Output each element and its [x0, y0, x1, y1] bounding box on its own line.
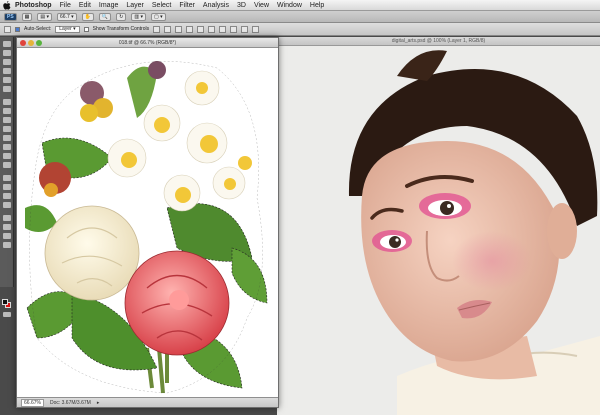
menu-layer[interactable]: Layer [126, 2, 144, 9]
auto-align-layers-button[interactable] [252, 25, 260, 33]
eraser-tool-icon[interactable] [3, 135, 11, 141]
move-tool-preset-icon[interactable] [4, 25, 11, 33]
portrait-photo [277, 46, 600, 415]
app-menu[interactable]: Photoshop [15, 2, 52, 9]
3d-rotate-tool-icon[interactable] [3, 215, 11, 221]
menu-file[interactable]: File [60, 2, 71, 9]
zoom-level-value: 66.7 [60, 13, 70, 20]
auto-select-label: Auto-Select: [24, 26, 52, 32]
menu-window[interactable]: Window [277, 2, 302, 9]
menu-select[interactable]: Select [152, 2, 171, 9]
rotate-view-button[interactable]: ↻ [116, 12, 127, 21]
background-document-window[interactable]: digital_arts.psd @ 100% (Layer 1, RGB/8) [277, 37, 600, 415]
clone-stamp-tool-icon[interactable] [3, 117, 11, 123]
auto-select-checkbox[interactable] [15, 26, 20, 32]
quick-mask-icon[interactable] [3, 312, 11, 317]
zoom-window-icon[interactable] [36, 40, 42, 46]
auto-select-value: Layer [59, 26, 72, 32]
options-bar: Auto-Select: Layer ▾ Show Transform Cont… [0, 23, 600, 36]
pen-tool-icon[interactable] [3, 175, 11, 181]
menu-edit[interactable]: Edit [79, 2, 91, 9]
distribute-bottom-button[interactable] [241, 25, 249, 33]
close-window-icon[interactable] [20, 40, 26, 46]
menu-analysis[interactable]: Analysis [203, 2, 229, 9]
menu-bar: Photoshop File Edit Image Layer Select F… [0, 0, 600, 11]
view-extras-button[interactable]: ▤ ▾ [37, 12, 53, 21]
arrange-documents-button[interactable]: ▥ ▾ [131, 12, 146, 21]
distribute-top-button[interactable] [219, 25, 227, 33]
menu-image[interactable]: Image [99, 2, 118, 9]
show-transform-controls-checkbox[interactable] [83, 26, 89, 32]
3d-orbit-tool-icon[interactable] [3, 224, 11, 230]
align-right-button[interactable] [208, 25, 216, 33]
screen-mode-button[interactable]: ▢ ▾ [150, 12, 166, 21]
healing-brush-tool-icon[interactable] [3, 99, 11, 105]
quick-selection-tool-icon[interactable] [3, 68, 11, 74]
minimize-window-icon[interactable] [28, 40, 34, 46]
align-bottom-button[interactable] [175, 25, 183, 33]
path-selection-tool-icon[interactable] [3, 193, 11, 199]
foreground-color-swatch[interactable] [2, 299, 8, 305]
flower-bouquet-image [25, 61, 268, 394]
document-status-bar: 66.67% Doc: 3.67M/3.67M ▸ [17, 397, 278, 407]
launch-bridge-button[interactable]: ▦ [21, 12, 33, 21]
tools-panel [0, 37, 14, 317]
ps-logo: PS [4, 12, 17, 21]
align-vertical-center-button[interactable] [164, 25, 172, 33]
menu-view[interactable]: View [254, 2, 269, 9]
menu-filter[interactable]: Filter [179, 2, 195, 9]
brush-tool-icon[interactable] [3, 108, 11, 114]
type-tool-icon[interactable] [3, 184, 11, 190]
history-brush-tool-icon[interactable] [3, 126, 11, 132]
menu-help[interactable]: Help [310, 2, 324, 9]
shape-tool-icon[interactable] [3, 202, 11, 208]
document-window[interactable]: 018.tif @ 66.7% (RGB/8*) 66.67% Doc: 3.6… [16, 37, 279, 408]
background-document-title[interactable]: digital_arts.psd @ 100% (Layer 1, RGB/8) [277, 37, 600, 46]
crop-tool-icon[interactable] [3, 77, 11, 83]
status-menu-arrow-icon[interactable]: ▸ [97, 400, 100, 406]
hand-tool-button[interactable]: ✋ [81, 12, 94, 21]
distribute-center-button[interactable] [230, 25, 238, 33]
gradient-tool-icon[interactable] [3, 144, 11, 150]
marquee-tool-icon[interactable] [3, 50, 11, 56]
menu-3d[interactable]: 3D [237, 2, 246, 9]
blur-tool-icon[interactable] [3, 153, 11, 159]
zoom-readout-field[interactable]: 66.67% [21, 398, 44, 407]
application-bar: PS ▦ ▤ ▾ 66.7 ▾ ✋ 🔍 ↻ ▥ ▾ ▢ ▾ [0, 11, 600, 23]
hand-tool-icon[interactable] [3, 233, 11, 239]
document-canvas[interactable] [17, 48, 278, 397]
dodge-tool-icon[interactable] [3, 162, 11, 168]
lasso-tool-icon[interactable] [3, 59, 11, 65]
align-horizontal-center-button[interactable] [197, 25, 205, 33]
align-left-button[interactable] [186, 25, 194, 33]
zoom-tool-button[interactable]: 🔍 [98, 12, 112, 21]
document-title-bar[interactable]: 018.tif @ 66.7% (RGB/8*) [17, 38, 278, 48]
zoom-level-select[interactable]: 66.7 ▾ [57, 12, 77, 21]
document-title: 018.tif @ 66.7% (RGB/8*) [118, 40, 177, 46]
document-size-readout[interactable]: Doc: 3.67M/3.67M [50, 400, 91, 406]
zoom-tool-icon[interactable] [3, 242, 11, 248]
show-transform-controls-label: Show Transform Controls [92, 26, 150, 32]
eyedropper-tool-icon[interactable] [3, 86, 11, 92]
apple-logo-icon[interactable] [3, 0, 11, 10]
move-tool-icon[interactable] [3, 41, 11, 47]
align-top-button[interactable] [153, 25, 161, 33]
auto-select-dropdown[interactable]: Layer ▾ [55, 25, 80, 33]
